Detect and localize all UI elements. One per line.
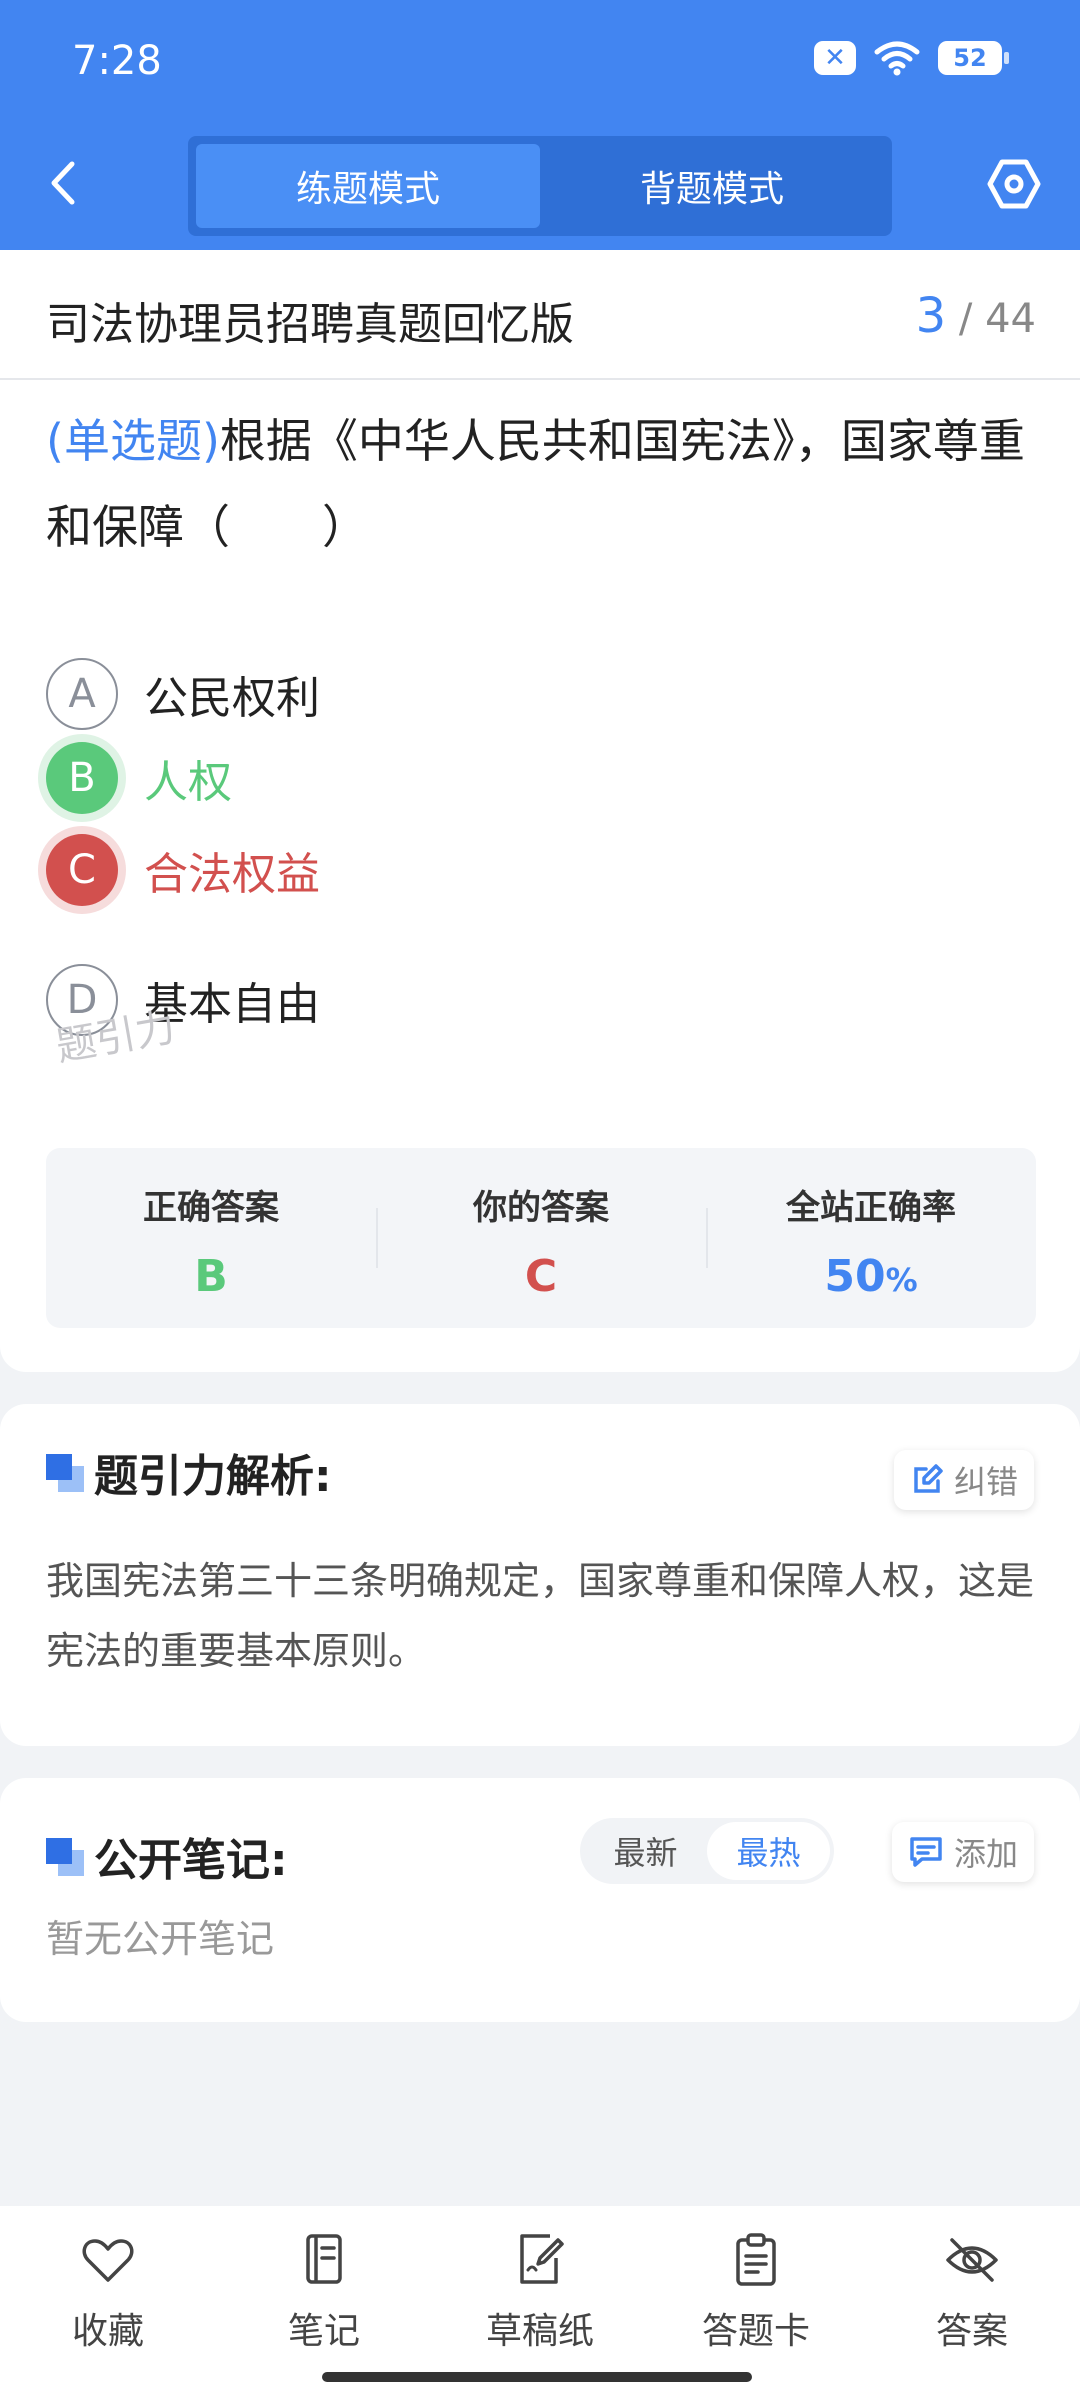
section-squares-icon bbox=[46, 1838, 86, 1878]
divider bbox=[0, 378, 1080, 380]
option-text: 公民权利 bbox=[144, 673, 320, 724]
mode-switch: 练题模式 背题模式 bbox=[188, 136, 892, 236]
correct-answer-column: 正确答案 B bbox=[46, 1148, 376, 1328]
notification-x-icon: ✕ bbox=[814, 41, 856, 75]
total-questions: / 44 bbox=[958, 296, 1036, 342]
your-answer-title: 你的答案 bbox=[473, 1188, 609, 1228]
notes-sort-toggle: 最新 最热 bbox=[580, 1818, 834, 1884]
correct-answer-title: 正确答案 bbox=[143, 1188, 279, 1228]
empty-notes-text: 暂无公开笔记 bbox=[46, 1917, 275, 1961]
sort-hottest[interactable]: 最热 bbox=[707, 1822, 830, 1880]
question-type: (单选题) bbox=[46, 414, 220, 468]
analysis-card: 题引力解析: 纠错 我国宪法第三十三条明确规定，国家尊重和保障人权，这是宪法的重… bbox=[0, 1404, 1080, 1746]
notebook-icon bbox=[306, 2234, 342, 2284]
nav-draft-paper[interactable]: 草稿纸 bbox=[432, 2206, 648, 2400]
accuracy-rate-column: 全站正确率 50% bbox=[706, 1148, 1036, 1328]
nav-label: 草稿纸 bbox=[485, 2311, 594, 2352]
back-arrow-icon[interactable] bbox=[44, 158, 84, 208]
option-letter: C bbox=[46, 834, 118, 906]
eye-off-icon bbox=[946, 2238, 998, 2282]
paper-title: 司法协理员招聘真题回忆版 bbox=[46, 299, 574, 350]
option-letter: B bbox=[46, 742, 118, 814]
question-counter[interactable]: 3 / 44 bbox=[916, 288, 1036, 344]
nav-label: 答案 bbox=[935, 2311, 1008, 2352]
status-icons: ✕ 52 bbox=[814, 40, 1009, 76]
wifi-icon bbox=[874, 41, 920, 76]
current-question-number: 3 bbox=[915, 288, 947, 344]
comment-icon bbox=[910, 1837, 942, 1867]
question-text-block: (单选题)根据《中华人民共和国宪法》，国家尊重和保障（ ） bbox=[46, 398, 1036, 570]
accuracy-rate-unit: % bbox=[885, 1261, 918, 1299]
nav-favorite[interactable]: 收藏 bbox=[0, 2206, 216, 2400]
your-answer-value: C bbox=[524, 1251, 558, 1302]
draft-paper-icon bbox=[520, 2234, 564, 2284]
tab-memorize-mode[interactable]: 背题模式 bbox=[540, 144, 884, 228]
analysis-text: 我国宪法第三十三条明确规定，国家尊重和保障人权，这是宪法的重要基本原则。 bbox=[46, 1559, 1035, 1673]
notes-title: 公开笔记: bbox=[94, 1835, 288, 1886]
question-card: 司法协理员招聘真题回忆版 3 / 44 (单选题)根据《中华人民共和国宪法》，国… bbox=[0, 250, 1080, 1372]
option-b[interactable]: B 人权 bbox=[46, 742, 232, 814]
home-indicator[interactable] bbox=[322, 2372, 752, 2382]
bottom-nav: 收藏 笔记 草稿纸 答题卡 答案 bbox=[0, 2206, 1080, 2400]
section-squares-icon bbox=[46, 1454, 86, 1494]
settings-hexagon-icon[interactable] bbox=[986, 156, 1042, 212]
option-text: 人权 bbox=[144, 757, 232, 808]
nav-answer[interactable]: 答案 bbox=[864, 2206, 1080, 2400]
add-note-label: 添加 bbox=[953, 1835, 1018, 1873]
nav-answer-sheet[interactable]: 答题卡 bbox=[648, 2206, 864, 2400]
nav-label: 收藏 bbox=[71, 2311, 144, 2352]
status-time: 7:28 bbox=[72, 38, 162, 84]
nav-label: 答题卡 bbox=[701, 2311, 810, 2352]
accuracy-rate-value: 50% bbox=[824, 1251, 917, 1302]
answer-sheet-icon bbox=[736, 2233, 776, 2286]
analysis-title: 题引力解析: bbox=[94, 1451, 332, 1502]
your-answer-column: 你的答案 C bbox=[376, 1148, 706, 1328]
battery-indicator: 52 bbox=[938, 41, 1009, 75]
report-error-button[interactable]: 纠错 bbox=[893, 1450, 1034, 1510]
accuracy-rate-title: 全站正确率 bbox=[786, 1188, 956, 1228]
edit-icon bbox=[914, 1464, 943, 1493]
add-note-button[interactable]: 添加 bbox=[891, 1822, 1034, 1882]
nav-notes[interactable]: 笔记 bbox=[216, 2206, 432, 2400]
sort-newest[interactable]: 最新 bbox=[584, 1822, 707, 1880]
answer-summary: 正确答案 B 你的答案 C 全站正确率 50% bbox=[46, 1148, 1036, 1328]
heart-icon bbox=[82, 2239, 134, 2282]
public-notes-card: 公开笔记: 最新 最热 添加 暂无公开笔记 bbox=[0, 1778, 1080, 2022]
option-text: 合法权益 bbox=[144, 849, 320, 900]
tab-practice-mode[interactable]: 练题模式 bbox=[196, 144, 540, 228]
nav-label: 笔记 bbox=[287, 2311, 360, 2352]
correct-answer-value: B bbox=[194, 1251, 228, 1302]
option-a[interactable]: A 公民权利 bbox=[46, 658, 320, 730]
option-letter: A bbox=[46, 658, 118, 730]
report-error-label: 纠错 bbox=[953, 1463, 1018, 1501]
accuracy-rate-number: 50 bbox=[824, 1251, 886, 1302]
option-c[interactable]: C 合法权益 bbox=[46, 834, 320, 906]
top-bar: 7:28 ✕ 52 练题模式 背题模式 bbox=[0, 0, 1080, 250]
